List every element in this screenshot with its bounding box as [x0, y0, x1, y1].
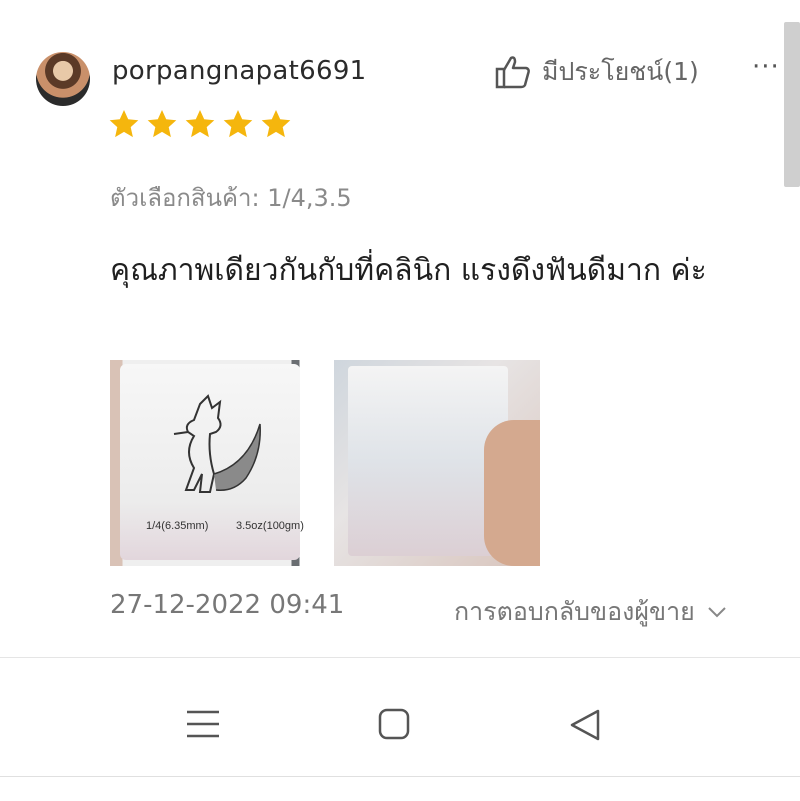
- more-options-button[interactable]: ···: [752, 52, 780, 82]
- bag-weight-label: 3.5oz(100gm): [236, 520, 304, 532]
- helpful-label: มีประโยชน์(1): [542, 57, 699, 86]
- star-icon: [109, 110, 139, 138]
- bag-size-label: 1/4(6.35mm): [146, 520, 209, 532]
- thumbs-up-icon: [495, 56, 530, 89]
- star-icon: [185, 110, 215, 138]
- fox-illustration: [173, 394, 261, 493]
- avatar[interactable]: [36, 52, 90, 106]
- star-icon: [147, 110, 177, 138]
- star-icon: [261, 110, 291, 138]
- home-square-icon[interactable]: [378, 708, 410, 740]
- scrollbar[interactable]: [784, 22, 800, 187]
- chevron-down-icon: [708, 607, 726, 618]
- star-icon: [223, 110, 253, 138]
- review-photo-1[interactable]: 1/4(6.35mm) 3.5oz(100gm): [110, 360, 316, 566]
- back-triangle-icon[interactable]: [568, 708, 602, 742]
- reviewer-username[interactable]: porpangnapat6691: [112, 56, 367, 86]
- product-variation: ตัวเลือกสินค้า: 1/4,3.5: [110, 184, 352, 212]
- seller-reply-toggle[interactable]: การตอบกลับของผู้ขาย: [454, 592, 727, 632]
- system-navigation-bar: [0, 658, 800, 776]
- bottom-edge: [0, 776, 800, 801]
- review-comment: คุณภาพเดียวกันกับที่คลินิก แรงดึงฟันดีมา…: [110, 253, 707, 288]
- menu-icon[interactable]: [186, 708, 220, 740]
- product-bag: 1/4(6.35mm) 3.5oz(100gm): [120, 364, 304, 560]
- hand: [484, 420, 540, 566]
- review-photo-2[interactable]: [334, 360, 540, 566]
- seller-reply-label: การตอบกลับของผู้ขาย: [454, 597, 695, 626]
- helpful-button[interactable]: มีประโยชน์(1): [494, 54, 699, 90]
- review-date: 27-12-2022 09:41: [110, 590, 345, 620]
- rating-stars: [108, 108, 292, 140]
